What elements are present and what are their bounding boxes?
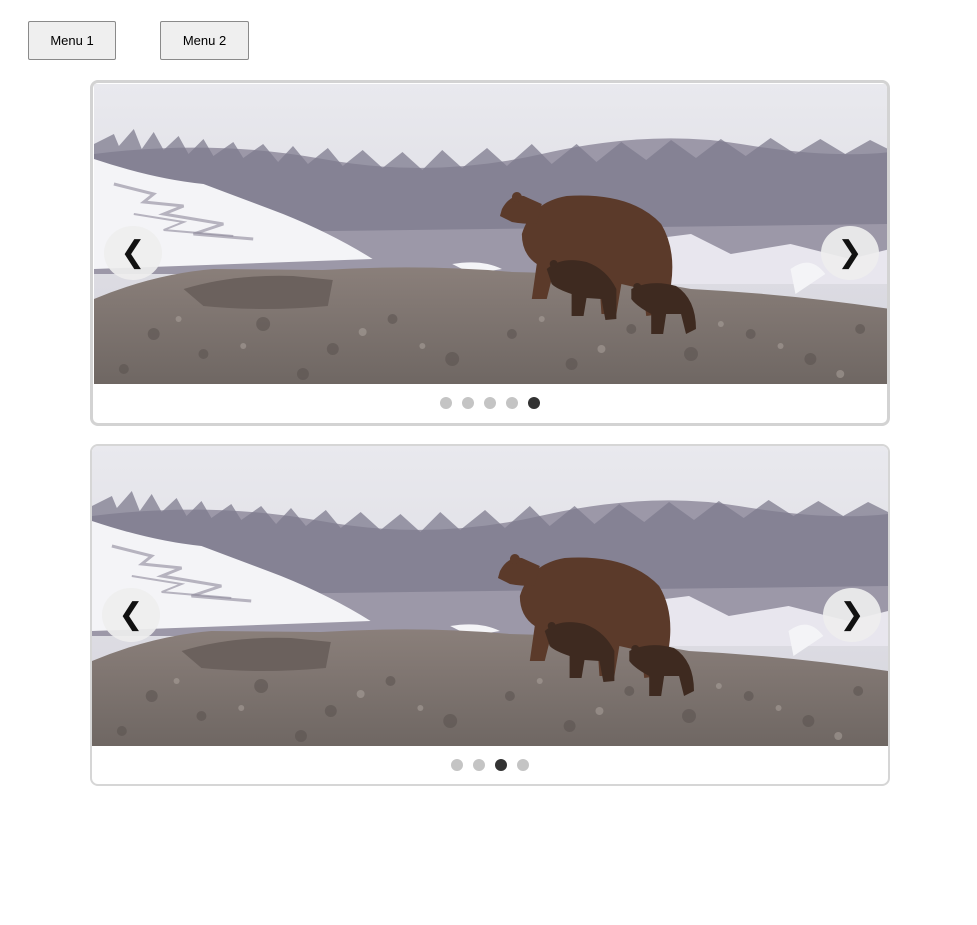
next-slide-button[interactable]: ❯ — [823, 588, 881, 642]
slide-indicator-dot[interactable] — [473, 759, 485, 771]
slide-indicator-dot[interactable] — [462, 397, 474, 409]
slide-indicator-dot[interactable] — [451, 759, 463, 771]
carousel-slide-image — [94, 84, 890, 384]
menu-2-button[interactable]: Menu 2 — [160, 21, 249, 60]
slide-indicator-dot[interactable] — [495, 759, 507, 771]
slide-indicator-dot[interactable] — [506, 397, 518, 409]
image-carousel-1: ❮ ❯ — [90, 80, 890, 426]
image-carousel-2: ❮ ❯ — [90, 444, 890, 786]
slide-indicator-dot[interactable] — [517, 759, 529, 771]
carousel-slide-image — [92, 446, 888, 746]
page: Menu 1 Menu 2 ❮ ❯ ❮ ❯ — [0, 0, 977, 925]
next-slide-button[interactable]: ❯ — [821, 226, 879, 280]
menu-1-button[interactable]: Menu 1 — [28, 21, 116, 60]
carousel-indicators — [92, 759, 888, 771]
bear-photo — [94, 84, 890, 384]
previous-slide-button[interactable]: ❮ — [102, 588, 160, 642]
slide-indicator-dot[interactable] — [440, 397, 452, 409]
bear-photo — [92, 446, 888, 746]
previous-slide-button[interactable]: ❮ — [104, 226, 162, 280]
slide-indicator-dot[interactable] — [528, 397, 540, 409]
carousel-indicators — [93, 397, 887, 409]
slide-indicator-dot[interactable] — [484, 397, 496, 409]
